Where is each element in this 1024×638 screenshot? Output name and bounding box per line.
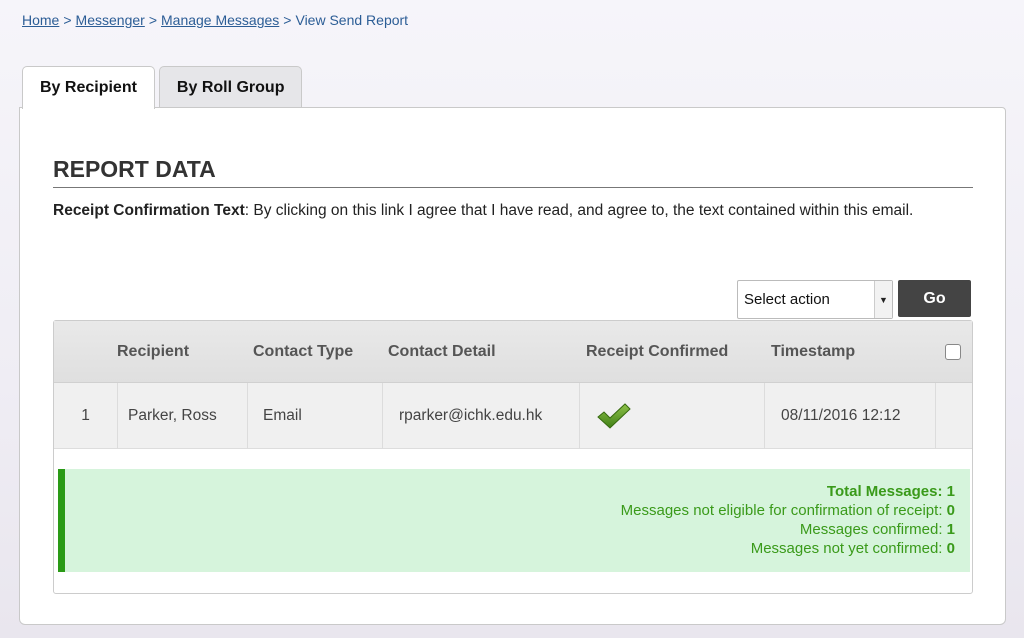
breadcrumb-separator: > [63, 12, 72, 28]
breadcrumb: Home > Messenger > Manage Messages > View Send… [22, 12, 408, 28]
column-header-contact-detail[interactable]: Contact Detail [388, 321, 496, 383]
column-header-recipient[interactable]: Recipient [117, 321, 189, 383]
table-header: Recipient Contact Type Contact Detail Re… [54, 321, 972, 383]
summary-total-label: Total Messages: [826, 483, 943, 500]
summary-not-eligible-label: Messages not eligible for confirmation o… [620, 502, 943, 519]
breadcrumb-separator: > [283, 12, 292, 28]
action-select-value: Select action [744, 291, 830, 308]
summary-not-eligible-line: Messages not eligible for confirmation o… [65, 501, 955, 520]
contact-detail-cell: rparker@ichk.edu.hk [383, 383, 580, 449]
action-select[interactable]: Select action ▼ [737, 280, 893, 319]
receipt-confirmed-cell [580, 383, 765, 449]
breadcrumb-home-link[interactable]: Home [22, 12, 59, 28]
column-header-timestamp[interactable]: Timestamp [771, 321, 855, 383]
receipt-confirmation-body: : By clicking on this link I agree that … [244, 202, 914, 219]
table-row: 1 Parker, Ross Email rparker@ichk.edu.hk… [54, 383, 972, 449]
column-header-contact-type[interactable]: Contact Type [253, 321, 353, 383]
tab-by-roll-group[interactable]: By Roll Group [158, 66, 303, 108]
summary-confirmed-line: Messages confirmed: 1 [65, 520, 955, 539]
summary-confirmed-value: 1 [946, 521, 955, 538]
breadcrumb-manage-messages-link[interactable]: Manage Messages [161, 12, 279, 28]
report-tabs: By Recipient By Roll Group [22, 66, 306, 109]
summary-not-confirmed-line: Messages not yet confirmed: 0 [65, 539, 955, 558]
breadcrumb-current: View Send Report [295, 12, 409, 28]
recipient-cell: Parker, Ross [118, 383, 248, 449]
summary-not-confirmed-label: Messages not yet confirmed: [750, 540, 943, 557]
contact-type-cell: Email [248, 383, 383, 449]
checkmark-icon [597, 403, 631, 429]
summary-box: Total Messages: 1 Messages not eligible … [58, 469, 970, 572]
summary-total-line: Total Messages: 1 [65, 482, 955, 501]
go-button[interactable]: Go [898, 280, 971, 317]
receipt-confirmation-label: Receipt Confirmation Text [53, 202, 245, 219]
summary-total-value: 1 [946, 483, 955, 500]
breadcrumb-messenger-link[interactable]: Messenger [76, 12, 145, 28]
row-index: 1 [54, 383, 118, 449]
chevron-down-icon: ▼ [874, 281, 892, 318]
select-all-checkbox[interactable] [945, 344, 961, 360]
timestamp-cell: 08/11/2016 12:12 [765, 383, 936, 449]
column-header-receipt-confirmed[interactable]: Receipt Confirmed [586, 321, 728, 383]
recipient-table: Recipient Contact Type Contact Detail Re… [53, 320, 973, 594]
report-title: REPORT DATA [53, 156, 973, 188]
summary-not-eligible-value: 0 [946, 502, 955, 519]
summary-confirmed-label: Messages confirmed: [799, 521, 943, 538]
report-panel: REPORT DATA Receipt Confirmation Text: B… [19, 107, 1006, 625]
tab-by-recipient[interactable]: By Recipient [22, 66, 155, 109]
receipt-confirmation-text: Receipt Confirmation Text: By clicking o… [53, 200, 973, 221]
summary-not-confirmed-value: 0 [946, 540, 955, 557]
row-checkbox-cell [936, 383, 972, 449]
breadcrumb-separator: > [148, 12, 157, 28]
